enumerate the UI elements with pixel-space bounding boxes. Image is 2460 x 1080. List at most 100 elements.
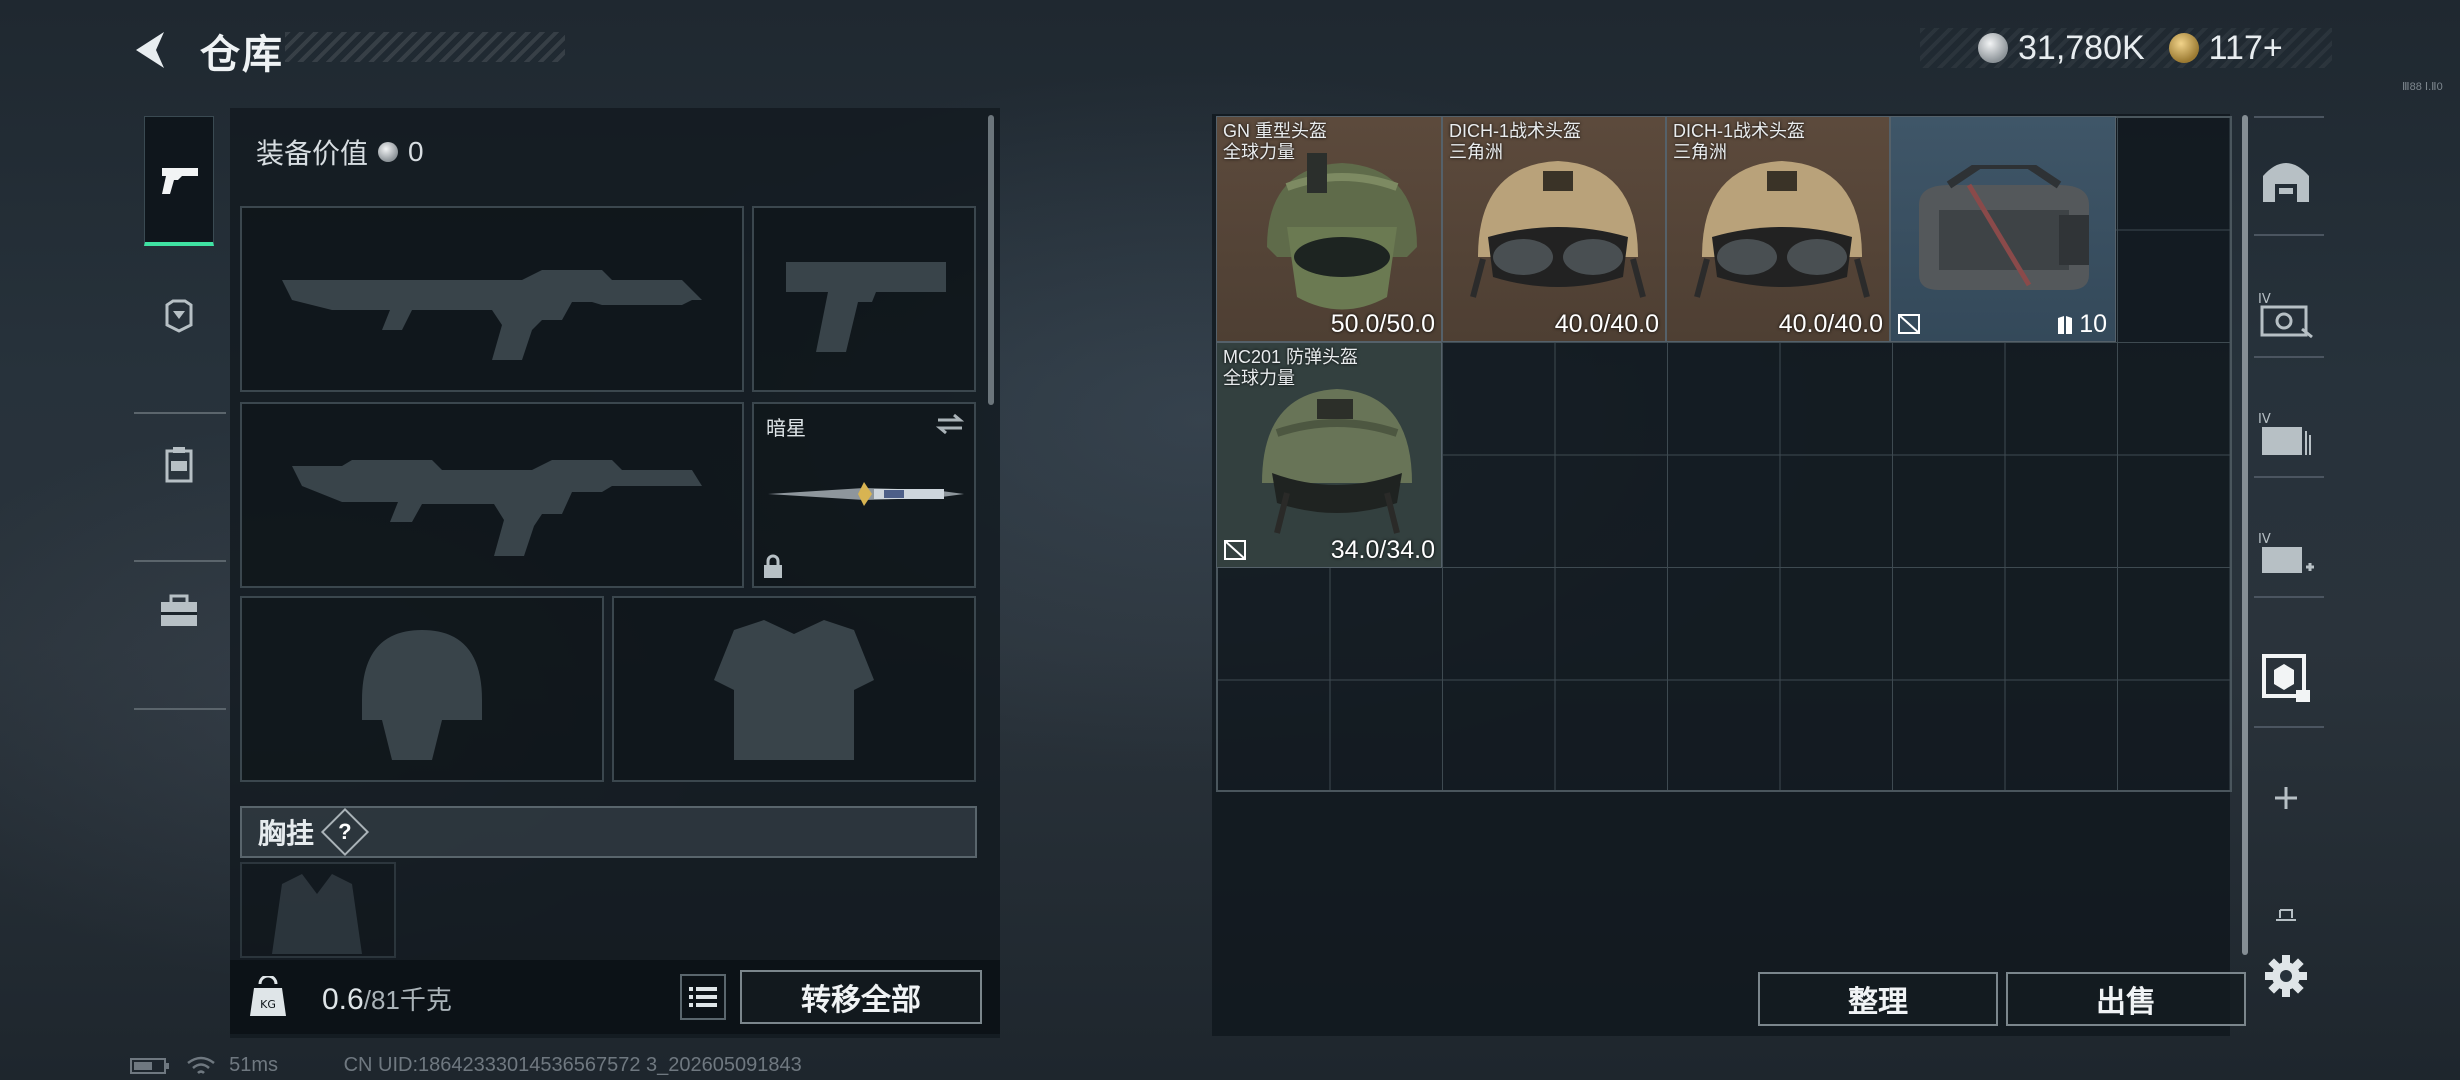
dich-helmet-image [1694,161,1870,298]
toolbox-icon [161,594,197,626]
gear-icon [2265,955,2307,997]
tab-armor[interactable] [144,250,214,380]
backpack-icon [165,447,193,483]
equipment-value-label: 装备价值 [256,138,369,169]
stash-item-mc201-helmet[interactable]: MC201 防弹头盔 全球力量 34.0/34.0 [1216,342,1442,568]
sidebar-divider [2254,116,2324,118]
knife-icon [768,482,964,506]
settings-button[interactable] [2256,946,2316,1006]
item-name: MC201 防弹头盔 全球力量 [1223,347,1359,388]
pistol-silhouette-icon [786,262,946,352]
sidebar-armor-box-button[interactable] [2256,648,2316,708]
stash-item-gn-helmet[interactable]: GN 重型头盔 全球力量 50.0/50.0 [1216,116,1442,342]
helmet-armor-icon [165,299,193,333]
chest-rig-bar[interactable]: 胸挂 ? [240,806,977,858]
sidebar-container-button[interactable]: IV [2256,404,2316,464]
list-icon [689,987,717,1007]
medkit-icon: IV [2258,532,2314,573]
sidebar-divider [2254,476,2324,478]
battery-icon [130,1057,169,1074]
chest-rig-slot[interactable] [240,862,396,958]
svg-text:KG: KG [260,998,276,1011]
sort-button[interactable]: 整理 [1758,972,1998,1026]
item-name: DICH-1战术头盔 三角洲 [1449,121,1582,162]
equipment-scrollbar[interactable] [988,115,994,405]
helmet-silhouette-icon [362,630,482,760]
sidebar-add-button[interactable] [2256,768,2316,828]
shelf-icon [2276,909,2296,921]
sidebar-warehouse-button[interactable] [2256,150,2316,210]
stash-item-dich-helmet[interactable]: DICH-1战术头盔 三角洲 40.0/40.0 [1666,116,1890,342]
vest-silhouette-icon [714,620,874,760]
melee-slot[interactable]: 暗星 [752,402,976,588]
item-count: 10 [2055,310,2107,339]
silver-coin-icon [378,142,399,162]
pistol-icon [162,167,198,194]
secondary-weapon-slot[interactable] [240,402,744,588]
melee-name: 暗星 [766,418,806,440]
svg-text:IV: IV [2258,292,2271,307]
list-view-button[interactable] [680,974,726,1020]
transfer-all-button[interactable]: 转移全部 [740,970,982,1024]
weight-readout: 0.6/81千克 [322,980,452,1017]
sidebar-divider [2254,356,2324,358]
sidebar-safe-box-button[interactable]: IV [2256,284,2316,344]
weight-capacity: /81千克 [363,985,452,1015]
stash-item-chest-rig[interactable]: 10 [1890,116,2116,342]
item-durability: 34.0/34.0 [1330,536,1435,564]
silver-coin-icon [1978,33,2008,63]
gold-coin-icon [2168,33,2199,63]
sidebar-medical-button[interactable]: IV [2256,524,2316,584]
ammo-icon [2058,315,2073,334]
mc201-helmet-image [1262,389,1412,534]
body-armor-slot[interactable] [612,596,976,782]
ping-value: 51ms [229,1054,279,1076]
dich-helmet-image [1470,161,1646,298]
rifle-silhouette-icon [292,460,702,556]
tab-backpack[interactable] [144,400,214,530]
swap-icon[interactable] [934,412,966,436]
tab-toolbox[interactable] [144,545,214,675]
svg-text:IV: IV [2258,412,2271,427]
silver-currency-value: 31,780K [2018,28,2145,67]
helmet-slot[interactable] [240,596,604,782]
sidebar-divider [2254,234,2324,236]
safe-box-icon: IV [2258,292,2313,339]
sidebar-divider [2254,726,2324,728]
chest-rig-label: 胸挂 [258,818,315,849]
cannot-sell-icon [1224,540,1246,560]
warehouse-icon [2263,163,2309,202]
tab-weapons[interactable] [144,116,214,246]
item-name: GN 重型头盔 全球力量 [1223,121,1328,162]
item-durability: 40.0/40.0 [1778,310,1883,338]
equipment-tab-bar [134,110,226,710]
sidearm-slot[interactable] [752,206,976,392]
equipment-value-amount: 0 [408,136,424,167]
page-title: 仓库 [200,33,284,77]
item-durability: 50.0/50.0 [1330,310,1435,338]
equipment-value: 装备价值 0 [256,132,424,172]
chest-rig-image [1919,165,2089,290]
cannot-sell-icon [1898,314,1920,334]
item-name: DICH-1战术头盔 三角洲 [1673,121,1806,162]
stash-item-dich-helmet[interactable]: DICH-1战术头盔 三角洲 40.0/40.0 [1442,116,1666,342]
wifi-icon [186,1056,215,1074]
tab-divider [134,708,226,710]
sell-button[interactable]: 出售 [2006,972,2246,1026]
user-uid: CN UID:18642333014536567572 3_2026050918… [343,1054,802,1076]
container-icon: IV [2258,412,2311,455]
back-arrow-icon[interactable] [130,28,174,72]
primary-weapon-slot[interactable] [240,206,744,392]
gold-currency-value[interactable]: 117+ [2209,29,2283,68]
sidebar-shelf-button[interactable] [2256,886,2316,946]
help-icon[interactable]: ? [320,807,370,857]
svg-text:IV: IV [2258,532,2271,547]
plus-icon [2275,787,2297,809]
stash-scrollbar[interactable] [2242,115,2248,955]
weight-icon: KG [250,976,286,1016]
currency-display: 31,780K 117+ [1920,28,2332,68]
armor-box-icon [2262,654,2310,702]
weight-current: 0.6 [322,983,364,1016]
chest-rig-silhouette-icon [272,874,362,954]
build-tag: Ⅲ88 Ⅰ.Ⅱ0 [2402,81,2443,93]
